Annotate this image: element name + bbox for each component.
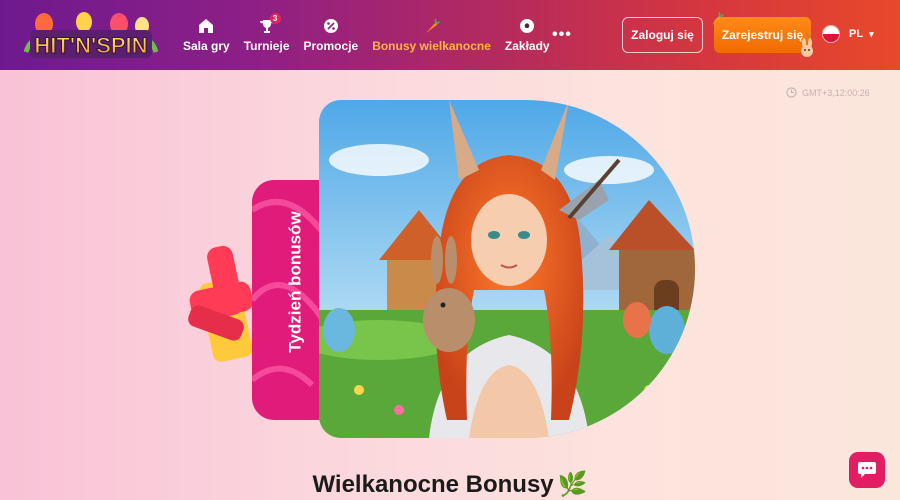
clock-text: GMT+3,12:00:26: [802, 87, 870, 98]
carrot-icon: [423, 17, 441, 35]
page-title: Wielkanocne Bonusy 🌿: [0, 470, 900, 499]
tournament-count-badge: 3: [269, 13, 281, 24]
nav-label: Bonusy wielkanocne: [372, 39, 491, 53]
register-button[interactable]: Zarejestruj się: [712, 11, 813, 57]
nav-item-zaklady[interactable]: Zakłady: [498, 0, 557, 70]
soccer-ball-icon: [518, 17, 536, 35]
more-menu-button[interactable]: •••: [552, 26, 572, 44]
bunny-decoration-icon: [797, 38, 817, 61]
poland-flag-icon: [822, 25, 840, 43]
login-button[interactable]: Zaloguj się: [622, 17, 703, 53]
main-nav: Sala gry 3 Turnieje Promocje Bonusy wiel…: [176, 0, 557, 70]
carrot-decoration-icon: [710, 11, 724, 30]
nav-item-sala-gry[interactable]: Sala gry: [176, 0, 237, 70]
logo-text: HIT'N'SPIN: [34, 33, 147, 58]
leaf-icon: 🌿: [557, 471, 588, 498]
chat-icon: [858, 462, 876, 478]
nav-label: Promocje: [303, 39, 359, 53]
nav-item-bonusy-wielkanocne[interactable]: Bonusy wielkanocne: [365, 0, 498, 70]
nav-item-promocje[interactable]: Promocje: [297, 0, 366, 70]
nav-label: Turnieje: [243, 39, 290, 53]
nav-label: Sala gry: [183, 39, 230, 53]
server-clock: GMT+3,12:00:26: [786, 87, 870, 98]
hitnspin-logo[interactable]: HIT'N'SPIN: [23, 12, 159, 62]
chevron-down-icon: ▾: [869, 28, 874, 39]
easter-hero-illustration: [319, 100, 695, 438]
language-selector[interactable]: PL ▾: [822, 25, 874, 43]
live-chat-button[interactable]: [849, 452, 885, 488]
percent-icon: [322, 17, 340, 35]
top-navbar: HIT'N'SPIN Sala gry 3 Turnieje Promocje: [0, 0, 900, 70]
title-text: Wielkanocne Bonusy: [312, 471, 554, 498]
nav-item-turnieje[interactable]: 3 Turnieje: [237, 0, 297, 70]
clock-icon: [786, 87, 797, 98]
register-label: Zarejestruj się: [721, 28, 804, 42]
home-icon: [197, 17, 215, 35]
language-code: PL: [849, 28, 864, 40]
nav-label: Zakłady: [504, 39, 550, 53]
bonus-week-label: Tydzień bonusów: [286, 211, 306, 353]
